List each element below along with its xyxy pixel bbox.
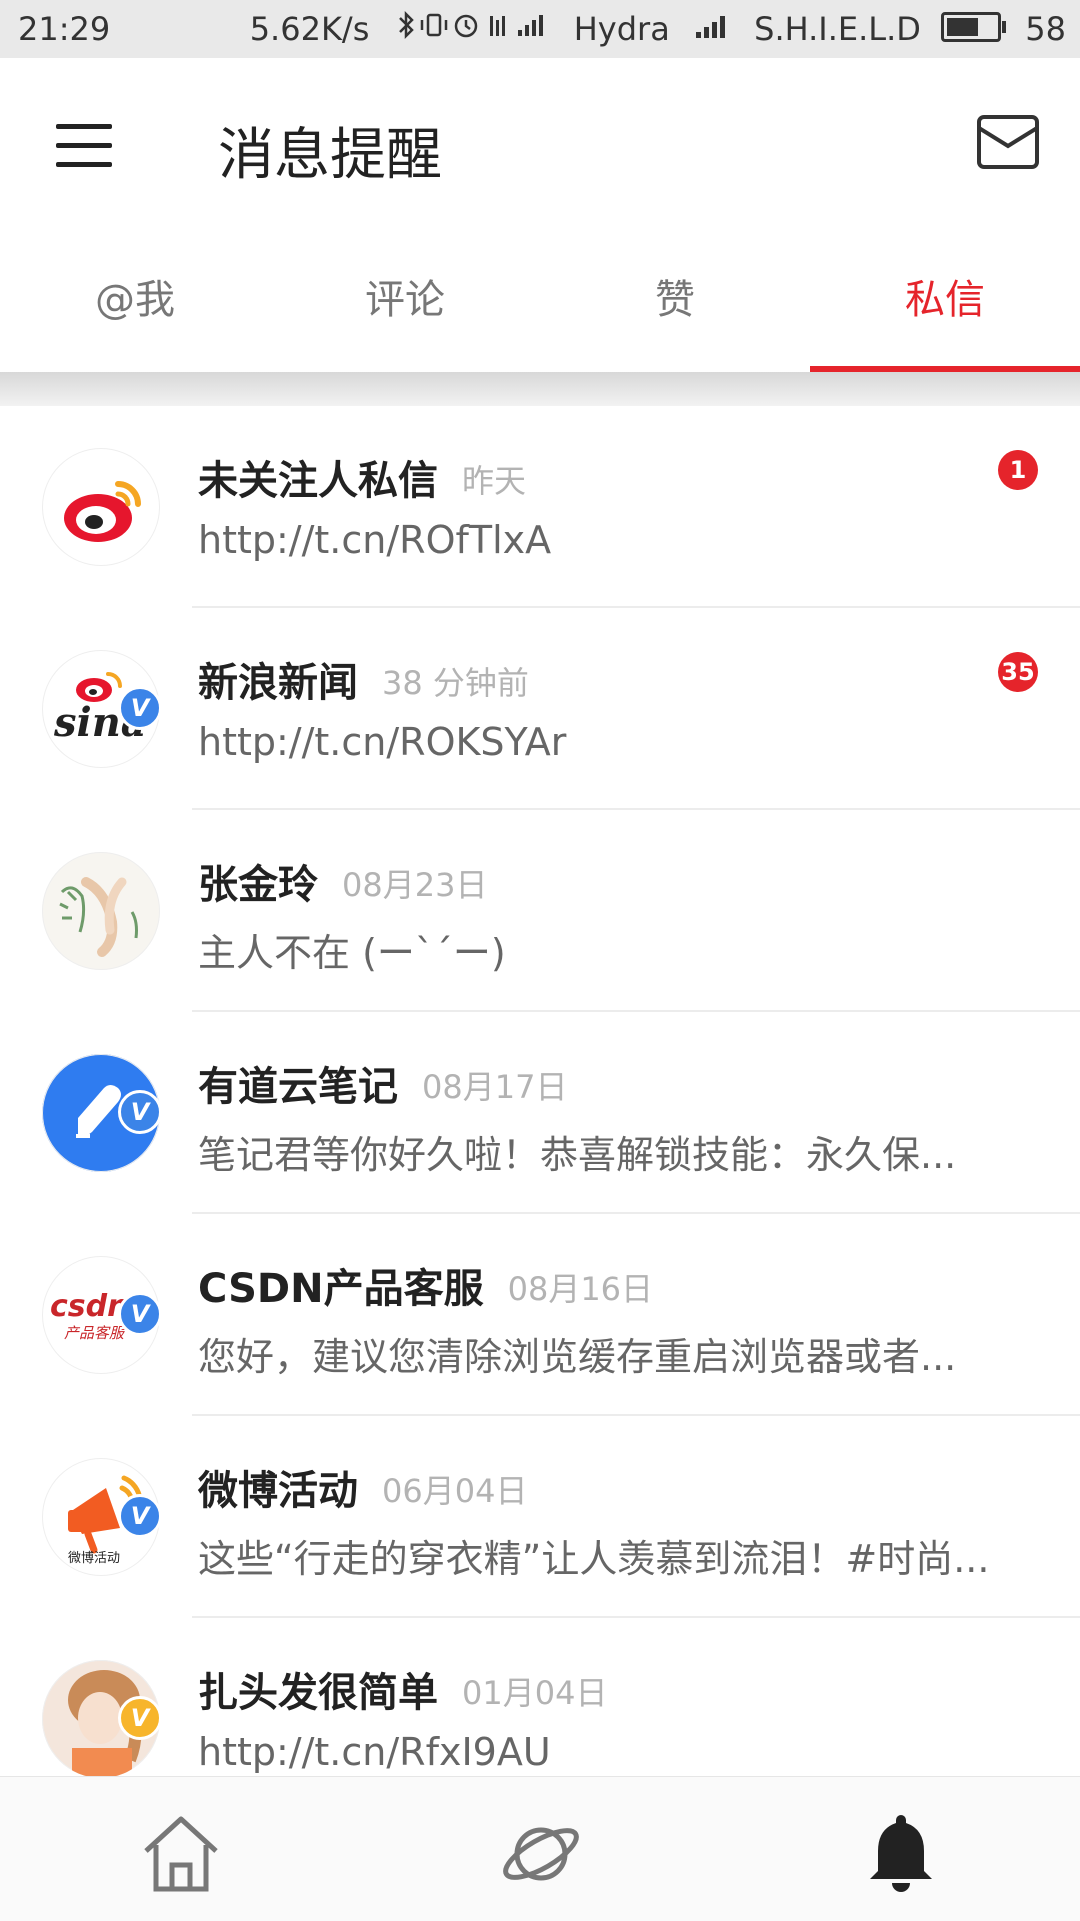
- conversation-preview: 您好，建议您清除浏览缓存重启浏览器或者...: [198, 1335, 957, 1379]
- bluetooth-icon: [398, 10, 414, 40]
- verified-badge: V: [118, 1292, 162, 1336]
- svg-text:csdn: csdn: [50, 1289, 128, 1324]
- hamburger-menu-icon[interactable]: [56, 124, 112, 168]
- tabs-divider: [0, 372, 1080, 406]
- conversation-time: 08月17日: [422, 1068, 568, 1106]
- discover-planet-icon[interactable]: [496, 1809, 586, 1899]
- hands-illustration-icon: [59, 877, 138, 957]
- conversation-preview: 主人不在 (ー`´ー): [198, 931, 506, 975]
- conversation-preview: http://t.cn/ROKSYAr: [198, 720, 567, 764]
- conversation-name: 新浪新闻 38 分钟前: [198, 660, 529, 706]
- conversation-preview: http://t.cn/ROfTlxA: [198, 518, 552, 562]
- tab-likes[interactable]: 赞: [540, 238, 810, 372]
- conversation-name: 有道云笔记 08月17日: [198, 1064, 568, 1110]
- tab-mentions[interactable]: @我: [0, 238, 270, 372]
- list-item[interactable]: 张金玲 08月23日 主人不在 (ー`´ー): [0, 810, 1080, 1012]
- conversation-name: 扎头发很简单 01月04日: [198, 1670, 608, 1716]
- conversation-name: 未关注人私信 昨天: [198, 458, 527, 504]
- app-header: 消息提醒: [0, 58, 1080, 238]
- conversation-time: 38 分钟前: [382, 664, 529, 702]
- list-item[interactable]: 微博活动 V 微博活动 06月04日 这些“行走的穿衣精”让人羡慕到流泪！#时尚.…: [0, 1416, 1080, 1618]
- svg-text:微博活动: 微博活动: [68, 1551, 120, 1566]
- battery-icon: [941, 12, 1007, 42]
- home-icon[interactable]: [136, 1809, 226, 1899]
- status-icons: [394, 10, 564, 48]
- verified-badge: V: [118, 1090, 162, 1134]
- weibo-logo-icon: [64, 481, 141, 542]
- list-item[interactable]: csdn 产品客服 V CSDN产品客服 08月16日 您好，建议您清除浏览缓存重…: [0, 1214, 1080, 1416]
- conversation-time: 08月23日: [342, 866, 488, 904]
- conversation-name: CSDN产品客服 08月16日: [198, 1266, 654, 1312]
- svg-text:产品客服: 产品客服: [64, 1324, 126, 1342]
- conversation-list: 未关注人私信 昨天 http://t.cn/ROfTlxA 1 sina V 新浪…: [0, 406, 1080, 1820]
- bottom-navigation: [0, 1776, 1080, 1921]
- verified-badge: V: [118, 1696, 162, 1740]
- tab-private-messages[interactable]: 私信: [810, 238, 1080, 372]
- verified-badge: V: [118, 686, 162, 730]
- message-tabs: @我 评论 赞 私信: [0, 238, 1080, 372]
- conversation-time: 01月04日: [462, 1674, 608, 1712]
- status-time: 21:29: [18, 10, 111, 48]
- carrier-2: S.H.I.E.L.D: [754, 10, 921, 48]
- notification-bell-icon[interactable]: [856, 1809, 946, 1899]
- network-speed: 5.62K/s: [249, 10, 370, 48]
- battery-level: 58: [1025, 10, 1066, 48]
- conversation-time: 06月04日: [382, 1472, 528, 1510]
- mail-icon[interactable]: [976, 114, 1040, 170]
- signal-bars-icon: [694, 10, 730, 48]
- avatar: [42, 448, 160, 566]
- vibrate-icon: [420, 13, 447, 37]
- unread-badge: 1: [998, 450, 1038, 490]
- tab-comments[interactable]: 评论: [270, 238, 540, 372]
- list-item[interactable]: 未关注人私信 昨天 http://t.cn/ROfTlxA 1: [0, 406, 1080, 608]
- unread-badge: 35: [998, 652, 1038, 692]
- carrier-1: Hydra: [573, 10, 670, 48]
- signal-bars-icon: [517, 15, 543, 36]
- page-title: 消息提醒: [218, 123, 442, 188]
- list-item[interactable]: V 有道云笔记 08月17日 笔记君等你好久啦！恭喜解锁技能：永久保...: [0, 1012, 1080, 1214]
- conversation-name: 微博活动 06月04日: [198, 1468, 528, 1514]
- avatar: [42, 852, 160, 970]
- signal-icon: [489, 16, 505, 36]
- conversation-time: 昨天: [462, 462, 527, 500]
- alarm-icon: [454, 14, 477, 38]
- conversation-preview: http://t.cn/RfxI9AU: [198, 1730, 551, 1774]
- list-item[interactable]: sina V 新浪新闻 38 分钟前 http://t.cn/ROKSYAr 35: [0, 608, 1080, 810]
- conversation-preview: 这些“行走的穿衣精”让人羡慕到流泪！#时尚...: [198, 1537, 990, 1581]
- status-right: 5.62K/s Hydra S.H.I.E.L.D 58: [236, 10, 1066, 48]
- conversation-time: 08月16日: [507, 1270, 654, 1308]
- conversation-preview: 笔记君等你好久啦！恭喜解锁技能：永久保...: [198, 1133, 957, 1177]
- verified-badge: V: [118, 1494, 162, 1538]
- status-bar: 21:29 5.62K/s Hydra S.H.I.E.L.D 58: [0, 0, 1080, 58]
- conversation-name: 张金玲 08月23日: [198, 862, 488, 908]
